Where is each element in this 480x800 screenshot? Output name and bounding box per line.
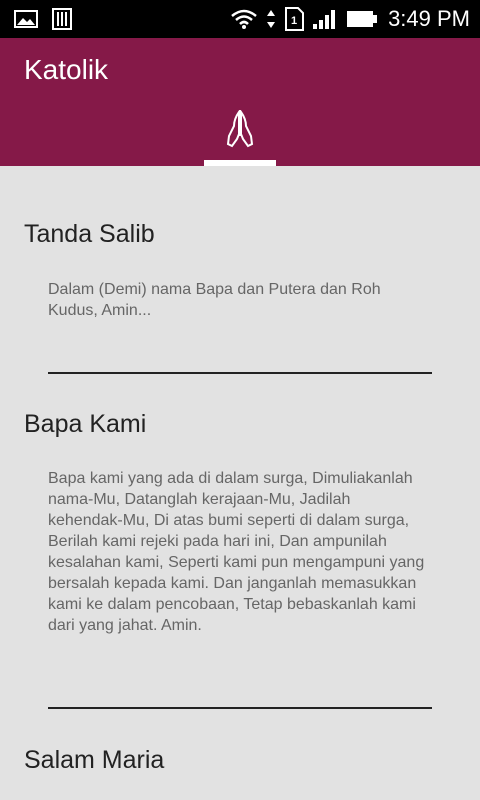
praying-hands-icon [226,110,254,148]
battery-icon [347,11,378,27]
svg-text:1: 1 [291,15,297,27]
barcode-icon [52,8,72,30]
data-arrows-icon [267,10,276,28]
app-title: Katolik [24,54,109,85]
clock: 3:49 PM [388,6,470,31]
signal-icon [313,10,336,29]
prayer-list[interactable]: Tanda Salib Dalam (Demi) nama Bapa dan P… [0,166,480,800]
divider [48,372,432,374]
sim-icon: 1 [285,7,305,31]
prayer-title: Salam Maria [24,746,165,774]
status-bar: 1 3:49 PM [0,0,480,38]
divider [48,707,432,709]
prayer-title: Bapa Kami [24,410,147,438]
wifi-icon [231,9,257,29]
prayer-text: Dalam (Demi) nama Bapa dan Putera dan Ro… [48,281,381,319]
tab-prayers[interactable] [204,104,276,166]
app-bar: Katolik [0,38,480,166]
prayer-title: Tanda Salib [24,220,155,248]
image-icon [14,10,38,28]
prayer-text: Bapa kami yang ada di dalam surga, Dimul… [48,470,425,634]
